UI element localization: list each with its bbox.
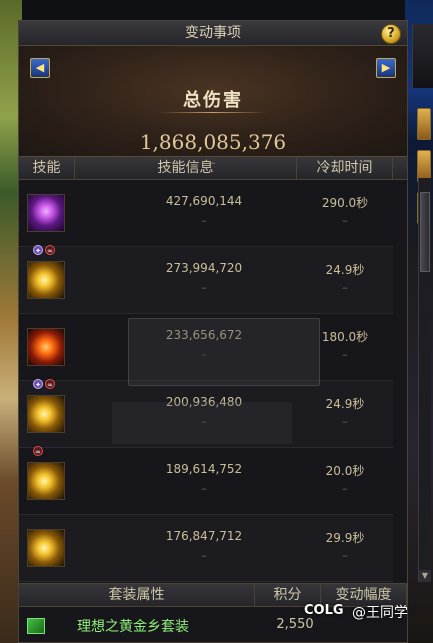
spin-badge-icon: ✦ <box>33 379 43 389</box>
watermark-user: @王同学 <box>352 605 408 621</box>
skill-damage: 427,690,144 <box>165 194 243 208</box>
scroll-down-icon[interactable]: ▼ <box>419 570 431 582</box>
col-set-attribute: 套装属性 <box>19 584 255 606</box>
gold-star-icon <box>27 395 65 433</box>
damage-change: – <box>201 482 207 495</box>
scrollbar-thumb[interactable] <box>420 192 430 272</box>
cooldown-change: – <box>342 281 348 294</box>
set-icon <box>27 618 45 634</box>
set-table-header: 套装属性 积分 变动幅度 <box>19 583 407 607</box>
cancel-badge-icon: ∞ <box>33 446 43 456</box>
right-side-panel <box>412 24 433 88</box>
skill-list-scrollbar[interactable]: ▼ <box>418 178 431 582</box>
skill-damage: 189,614,752 <box>165 462 243 476</box>
total-damage-change: – <box>210 156 216 169</box>
help-icon[interactable]: ? <box>381 24 401 44</box>
panel-title: 变动事项 <box>185 25 241 41</box>
skill-badges: ∞ <box>33 446 43 456</box>
prev-arrow-button[interactable]: ◀ <box>30 58 50 78</box>
side-tab[interactable] <box>417 108 431 140</box>
fire-beast-icon <box>27 328 65 366</box>
total-damage-title: 总伤害 <box>183 90 243 111</box>
skill-damage: 176,847,712 <box>165 529 243 543</box>
skill-row[interactable]: 176,847,712 – 29.9秒 – <box>19 515 393 582</box>
cooldown-change: – <box>342 549 348 562</box>
skill-row[interactable]: 427,690,144 – 290.0秒 – <box>19 180 393 247</box>
cancel-badge-icon: ∞ <box>45 379 55 389</box>
skill-cooldown: 20.0秒 <box>325 464 365 478</box>
set-row[interactable]: 理想之黄金乡套装 2,550 <box>19 607 407 643</box>
skill-damage: 273,994,720 <box>165 261 243 275</box>
panel-titlebar: 变动事项 ? <box>19 21 407 46</box>
damage-change: – <box>201 214 207 227</box>
cooldown-change: – <box>342 214 348 227</box>
game-scene: 变动事项 ? ◀ ▶ 总伤害 1,868,085,376 – 技能 技能信息 冷… <box>0 0 433 643</box>
total-damage-value: 1,868,085,376 <box>139 130 287 154</box>
skill-cooldown: 24.9秒 <box>325 263 365 277</box>
total-damage-summary: ◀ ▶ 总伤害 1,868,085,376 – <box>19 46 407 169</box>
cooldown-change: – <box>342 482 348 495</box>
damage-change: – <box>201 549 207 562</box>
gold-cross-icon <box>27 462 65 500</box>
background-dialog-ghost <box>128 318 320 386</box>
damage-change: – <box>201 281 207 294</box>
next-arrow-button[interactable]: ▶ <box>376 58 396 78</box>
set-name: 理想之黄金乡套装 <box>77 619 189 635</box>
title-divider <box>159 112 267 113</box>
purple-burst-icon <box>27 194 65 232</box>
skill-cooldown: 290.0秒 <box>321 196 369 210</box>
gold-flash-icon <box>27 529 65 567</box>
watermark-brand: COLG <box>304 603 344 618</box>
skill-cooldown: 29.9秒 <box>325 531 365 545</box>
skill-badges: ✦ ∞ <box>33 245 55 255</box>
spin-badge-icon: ✦ <box>33 245 43 255</box>
background-ghost-panel <box>112 402 292 444</box>
gold-spark-icon <box>27 261 65 299</box>
set-points: 2,550 <box>276 617 314 632</box>
cooldown-change: – <box>342 415 348 428</box>
skill-row[interactable]: ✦ ∞ 273,994,720 – 24.9秒 – <box>19 245 393 314</box>
skill-cooldown: 24.9秒 <box>325 397 365 411</box>
cancel-badge-icon: ∞ <box>45 245 55 255</box>
skill-badges: ✦ ∞ <box>33 379 55 389</box>
skill-row[interactable]: ∞ 189,614,752 – 20.0秒 – <box>19 446 393 515</box>
